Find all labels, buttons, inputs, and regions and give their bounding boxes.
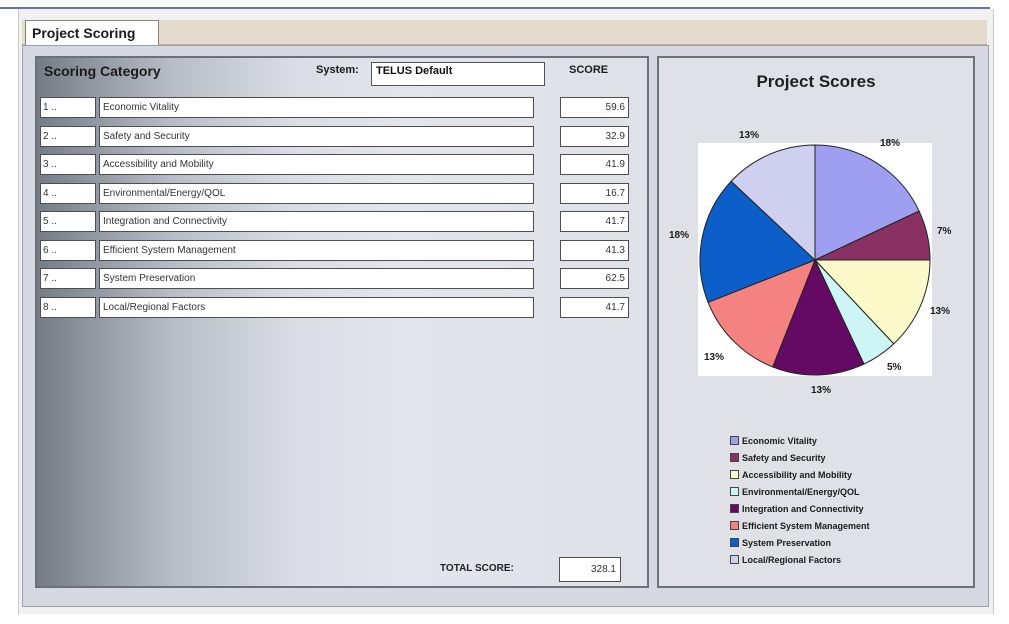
legend-swatch	[730, 538, 739, 547]
category-score-field[interactable]: 41.7	[560, 297, 629, 318]
category-name-field[interactable]: Efficient System Management	[99, 240, 534, 261]
category-number-dropdown[interactable]: 2 ..	[40, 126, 96, 147]
legend-item: System Preservation	[730, 535, 970, 552]
category-score-field[interactable]: 59.6	[560, 97, 629, 118]
legend-swatch	[730, 521, 739, 530]
category-score-field[interactable]: 41.9	[560, 154, 629, 175]
legend-item: Integration and Connectivity	[730, 501, 970, 518]
total-score-field[interactable]: 328.1	[559, 557, 621, 582]
category-score-field[interactable]: 62.5	[560, 268, 629, 289]
scoring-category-header: Scoring Category	[44, 63, 161, 79]
category-name-field[interactable]: System Preservation	[99, 268, 534, 289]
category-name-field[interactable]: Economic Vitality	[99, 97, 534, 118]
category-score-field[interactable]: 41.7	[560, 211, 629, 232]
legend-label: Economic Vitality	[742, 436, 817, 446]
category-score-field[interactable]: 41.3	[560, 240, 629, 261]
legend-swatch	[730, 504, 739, 513]
legend-label: Efficient System Management	[742, 521, 870, 531]
pie-label: 18%	[669, 230, 690, 241]
legend-item: Local/Regional Factors	[730, 552, 970, 569]
pie-chart	[699, 144, 931, 376]
legend-item: Accessibility and Mobility	[730, 467, 970, 484]
legend-label: Safety and Security	[742, 453, 826, 463]
category-number-dropdown[interactable]: 6 ..	[40, 240, 96, 261]
category-score-field[interactable]: 16.7	[560, 183, 629, 204]
legend-item: Environmental/Energy/QOL	[730, 484, 970, 501]
total-score-label: TOTAL SCORE:	[440, 563, 514, 574]
legend-swatch	[730, 470, 739, 479]
pie-label: 13%	[704, 352, 725, 363]
system-label: System:	[316, 64, 359, 76]
category-row: 5 .. Integration and Connectivity 41.7	[0, 211, 700, 232]
category-row: 3 .. Accessibility and Mobility 41.9	[0, 154, 700, 175]
category-row: 2 .. Safety and Security 32.9	[0, 126, 700, 147]
category-name-field[interactable]: Safety and Security	[99, 126, 534, 147]
category-number-dropdown[interactable]: 7 ..	[40, 268, 96, 289]
system-field[interactable]: TELUS Default	[371, 62, 545, 86]
category-name-field[interactable]: Environmental/Energy/QOL	[99, 183, 534, 204]
category-score-field[interactable]: 32.9	[560, 126, 629, 147]
category-number-dropdown[interactable]: 5 ..	[40, 211, 96, 232]
pie-label: 5%	[887, 362, 902, 373]
legend-item: Safety and Security	[730, 450, 970, 467]
category-number-dropdown[interactable]: 1 ..	[40, 97, 96, 118]
chart-legend: Economic Vitality Safety and Security Ac…	[730, 433, 970, 569]
tab-project-scoring[interactable]: Project Scoring	[25, 20, 159, 45]
legend-label: System Preservation	[742, 538, 832, 548]
category-row: 1 .. Economic Vitality 59.6	[0, 97, 700, 118]
category-number-dropdown[interactable]: 4 ..	[40, 183, 96, 204]
category-row: 4 .. Environmental/Energy/QOL 16.7	[0, 183, 700, 204]
pie-label: 18%	[880, 138, 901, 149]
legend-swatch	[730, 436, 739, 445]
category-number-dropdown[interactable]: 8 ..	[40, 297, 96, 318]
legend-label: Integration and Connectivity	[742, 504, 864, 514]
legend-swatch	[730, 555, 739, 564]
category-name-field[interactable]: Accessibility and Mobility	[99, 154, 534, 175]
pie-label: 7%	[937, 226, 952, 237]
tab-strip	[22, 20, 987, 45]
pie-chart-area	[698, 143, 932, 376]
category-number-dropdown[interactable]: 3 ..	[40, 154, 96, 175]
legend-swatch	[730, 453, 739, 462]
legend-swatch	[730, 487, 739, 496]
legend-label: Local/Regional Factors	[742, 555, 842, 565]
pie-label: 13%	[811, 385, 832, 396]
category-name-field[interactable]: Local/Regional Factors	[99, 297, 534, 318]
legend-item: Economic Vitality	[730, 433, 970, 450]
category-name-field[interactable]: Integration and Connectivity	[99, 211, 534, 232]
category-row: 6 .. Efficient System Management 41.3	[0, 240, 700, 261]
legend-item: Efficient System Management	[730, 518, 970, 535]
score-header: SCORE	[569, 64, 609, 76]
category-row: 8 .. Local/Regional Factors 41.7	[0, 297, 700, 318]
category-row: 7 .. System Preservation 62.5	[0, 268, 700, 289]
legend-label: Environmental/Energy/QOL	[742, 487, 860, 497]
chart-title: Project Scores	[756, 72, 876, 91]
legend-label: Accessibility and Mobility	[742, 470, 853, 480]
pie-label: 13%	[739, 130, 760, 141]
pie-label: 13%	[930, 306, 951, 317]
